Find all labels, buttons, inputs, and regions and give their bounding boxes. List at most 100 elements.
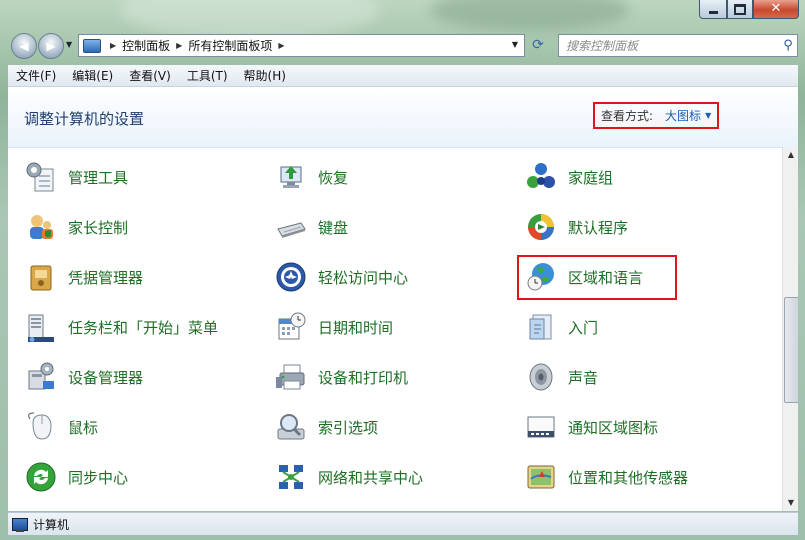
- page-title: 调整计算机的设置: [24, 110, 145, 128]
- control-panel-item-default-programs[interactable]: 默认程序: [524, 209, 628, 245]
- search-box[interactable]: 搜索控制面板 ⚲: [558, 34, 798, 57]
- menu-tools[interactable]: 工具(T): [179, 67, 236, 84]
- control-panel-item-label[interactable]: 家长控制: [68, 217, 128, 238]
- scroll-down-icon[interactable]: ▼: [783, 495, 798, 511]
- control-panel-item-label[interactable]: 设备管理器: [68, 367, 143, 388]
- search-icon[interactable]: ⚲: [779, 38, 797, 53]
- control-panel-item-recovery[interactable]: 恢复: [274, 159, 348, 195]
- control-panel-item-label[interactable]: 键盘: [318, 217, 348, 238]
- control-panel-item-keyboard[interactable]: 键盘: [274, 209, 348, 245]
- back-arrow-icon: ◀: [19, 39, 29, 53]
- control-panel-item-label[interactable]: 家庭组: [568, 167, 613, 188]
- default-programs-icon: [524, 210, 558, 244]
- control-panel-item-label[interactable]: 入门: [568, 317, 598, 338]
- control-panel-item-label[interactable]: 通知区域图标: [568, 417, 658, 438]
- address-bar[interactable]: ▶ 控制面板 ▶ 所有控制面板项 ▶ ▼: [78, 34, 525, 57]
- homegroup-icon: [524, 160, 558, 194]
- control-panel-item-label[interactable]: 网络和共享中心: [318, 467, 423, 488]
- control-panel-item-label[interactable]: 凭据管理器: [68, 267, 143, 288]
- breadcrumb-separator-icon[interactable]: ▶: [110, 41, 116, 50]
- control-panel-item-label[interactable]: 默认程序: [568, 217, 628, 238]
- control-panel-item-label[interactable]: 索引选项: [318, 417, 378, 438]
- control-panel-item-label[interactable]: 同步中心: [68, 467, 128, 488]
- address-dropdown-icon[interactable]: ▼: [512, 40, 518, 49]
- navigation-bar: ◀ ▶ ▼ ▶ 控制面板 ▶ 所有控制面板项 ▶ ▼ ⟳ 搜索控制面板 ⚲: [0, 30, 805, 60]
- menu-view[interactable]: 查看(V): [121, 67, 179, 84]
- network-sharing-icon: [274, 460, 308, 494]
- close-button[interactable]: ✕: [753, 0, 799, 19]
- control-panel-item-admin-tools[interactable]: 管理工具: [24, 159, 128, 195]
- content-header: 调整计算机的设置 查看方式: 大图标 ▼: [8, 87, 798, 148]
- vertical-scrollbar[interactable]: ▲ ▼: [782, 147, 798, 511]
- status-text: 计算机: [33, 517, 70, 532]
- control-panel-item-label[interactable]: 鼠标: [68, 417, 98, 438]
- control-panel-item-sound[interactable]: 声音: [524, 359, 598, 395]
- minimize-icon: [708, 10, 718, 14]
- menu-edit[interactable]: 编辑(E): [64, 67, 121, 84]
- control-panel-item-location-sensors[interactable]: 位置和其他传感器: [524, 459, 688, 495]
- taskbar-start-icon: [24, 310, 58, 344]
- control-panel-item-device-manager[interactable]: 设备管理器: [24, 359, 143, 395]
- sound-icon: [524, 360, 558, 394]
- control-panel-item-label[interactable]: 位置和其他传感器: [568, 467, 688, 488]
- control-panel-item-mouse[interactable]: 鼠标: [24, 409, 98, 445]
- parental-controls-icon: [24, 210, 58, 244]
- control-panel-item-label[interactable]: 轻松访问中心: [318, 267, 408, 288]
- refresh-icon: ⟳: [532, 36, 544, 53]
- control-panel-item-label[interactable]: 管理工具: [68, 167, 128, 188]
- control-panel-item-credential-manager[interactable]: 凭据管理器: [24, 259, 143, 295]
- indexing-options-icon: [274, 410, 308, 444]
- breadcrumb-all-items[interactable]: 所有控制面板项: [188, 37, 272, 54]
- control-panel-icon: [83, 38, 101, 53]
- control-panel-item-network-sharing[interactable]: 网络和共享中心: [274, 459, 423, 495]
- control-panel-item-ease-of-access[interactable]: 轻松访问中心: [274, 259, 408, 295]
- scroll-up-icon[interactable]: ▲: [783, 147, 798, 163]
- control-panel-item-indexing-options[interactable]: 索引选项: [274, 409, 378, 445]
- menu-file[interactable]: 文件(F): [8, 67, 64, 84]
- scroll-thumb[interactable]: [784, 297, 798, 403]
- maximize-button[interactable]: [727, 0, 753, 19]
- close-icon: ✕: [770, 1, 782, 16]
- control-panel-item-devices-printers[interactable]: 设备和打印机: [274, 359, 408, 395]
- admin-tools-icon: [24, 160, 58, 194]
- view-by-label: 查看方式:: [601, 109, 654, 123]
- keyboard-icon: [274, 210, 308, 244]
- sync-center-icon: [24, 460, 58, 494]
- mouse-icon: [24, 410, 58, 444]
- control-panel-item-homegroup[interactable]: 家庭组: [524, 159, 613, 195]
- control-panel-item-getting-started[interactable]: 入门: [524, 309, 598, 345]
- forward-button[interactable]: ▶: [38, 33, 64, 59]
- maximize-icon: [734, 3, 746, 15]
- minimize-button[interactable]: [699, 0, 727, 19]
- control-panel-item-taskbar-start[interactable]: 任务栏和「开始」菜单: [24, 309, 218, 345]
- control-panel-item-parental-controls[interactable]: 家长控制: [24, 209, 128, 245]
- caption-buttons: ✕: [699, 0, 799, 20]
- refresh-button[interactable]: ⟳: [525, 34, 551, 55]
- highlight-box: [517, 255, 677, 300]
- location-sensors-icon: [524, 460, 558, 494]
- control-panel-item-notification-area[interactable]: 通知区域图标: [524, 409, 658, 445]
- computer-icon: [12, 517, 28, 532]
- view-by-value[interactable]: 大图标: [665, 107, 701, 124]
- breadcrumb-separator-icon[interactable]: ▶: [278, 41, 284, 50]
- breadcrumb-separator-icon[interactable]: ▶: [176, 41, 182, 50]
- control-panel-item-label[interactable]: 日期和时间: [318, 317, 393, 338]
- forward-arrow-icon: ▶: [46, 39, 56, 53]
- control-panel-item-label[interactable]: 声音: [568, 367, 598, 388]
- back-button[interactable]: ◀: [11, 33, 37, 59]
- control-panel-item-label[interactable]: 恢复: [318, 167, 348, 188]
- chevron-down-icon[interactable]: ▼: [705, 111, 711, 120]
- view-by-selector[interactable]: 查看方式: 大图标 ▼: [593, 102, 719, 129]
- ease-of-access-icon: [274, 260, 308, 294]
- control-panel-item-date-time[interactable]: 日期和时间: [274, 309, 393, 345]
- recent-pages-dropdown[interactable]: ▼: [66, 40, 72, 49]
- recovery-icon: [274, 160, 308, 194]
- control-panel-item-sync-center[interactable]: 同步中心: [24, 459, 128, 495]
- search-input[interactable]: 搜索控制面板: [566, 37, 779, 54]
- breadcrumb-control-panel[interactable]: 控制面板: [122, 37, 170, 54]
- status-bar: 计算机: [8, 512, 798, 535]
- control-panel-item-label[interactable]: 任务栏和「开始」菜单: [68, 317, 218, 338]
- menu-help[interactable]: 帮助(H): [236, 67, 294, 84]
- control-panel-window: ✕ ◀ ▶ ▼ ▶ 控制面板 ▶ 所有控制面板项 ▶ ▼ ⟳ 搜索控制面板 ⚲ …: [0, 0, 805, 540]
- control-panel-item-label[interactable]: 设备和打印机: [318, 367, 408, 388]
